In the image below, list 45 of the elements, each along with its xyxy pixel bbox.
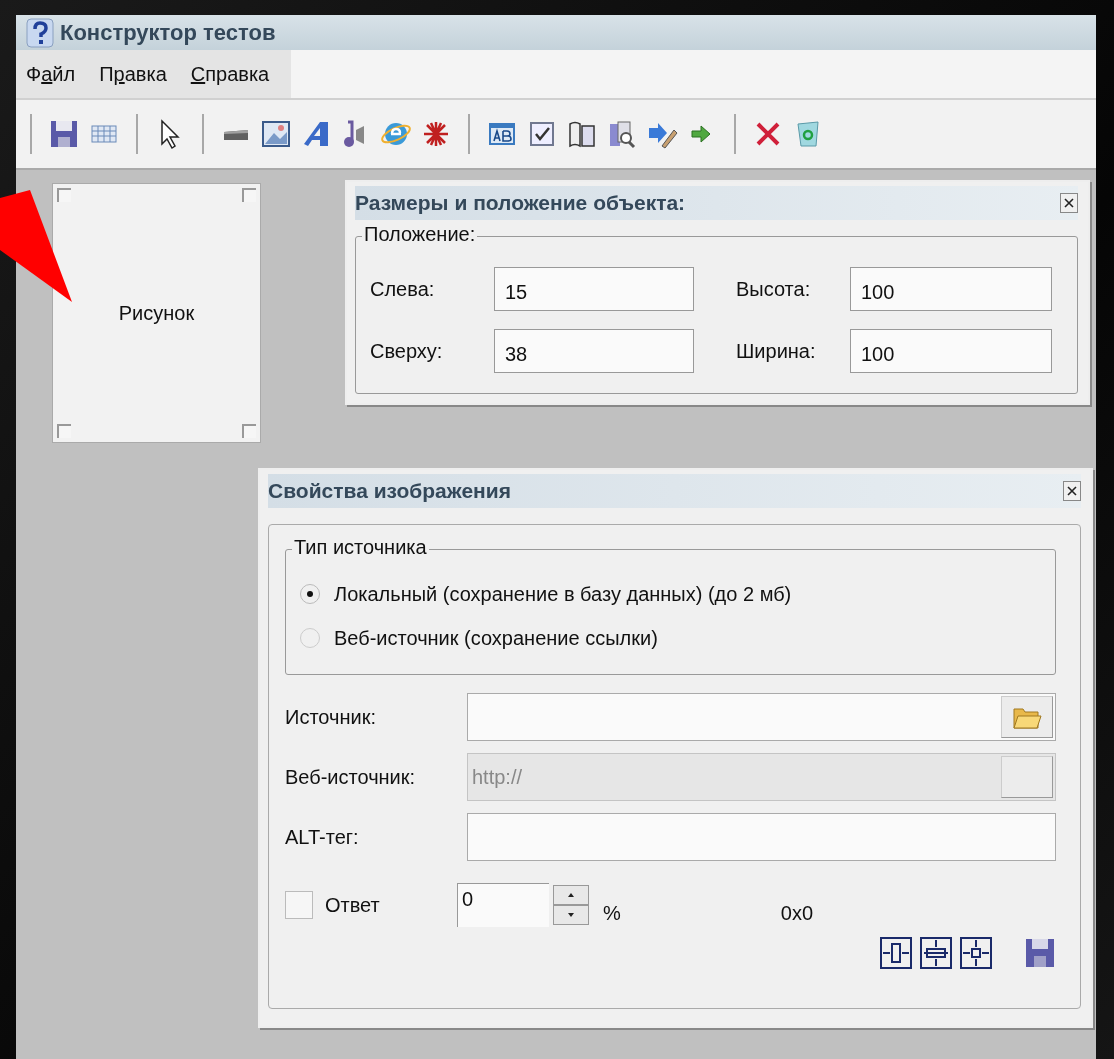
close-button[interactable] bbox=[1063, 481, 1081, 501]
menu-item[interactable]: Справка bbox=[190, 62, 270, 86]
panel-title: Размеры и положение объекта: bbox=[355, 191, 686, 215]
menu-item[interactable]: Файл bbox=[26, 62, 76, 86]
close-icon bbox=[1063, 197, 1075, 209]
input-field[interactable]: 15 bbox=[494, 267, 694, 311]
radio-label[interactable]: Веб-источник (сохранение ссылки) bbox=[334, 626, 658, 650]
checkbox[interactable] bbox=[285, 891, 313, 919]
field-label: Высота: bbox=[735, 277, 812, 301]
image-icon[interactable] bbox=[260, 118, 292, 150]
input-field[interactable]: 100 bbox=[850, 267, 1052, 311]
field-label: Ширина: bbox=[735, 339, 817, 363]
input-field[interactable]: 38 bbox=[494, 329, 694, 373]
number-field[interactable]: 0 bbox=[457, 883, 549, 927]
close-icon bbox=[1066, 485, 1078, 497]
field-label: Веб-источник: bbox=[285, 765, 417, 789]
input-field[interactable] bbox=[467, 813, 1056, 861]
menu-item[interactable]: Правка bbox=[99, 62, 167, 86]
field-label: Сверху: bbox=[370, 339, 444, 363]
placeholder-label: Рисунок bbox=[118, 301, 195, 325]
input-field[interactable]: 100 bbox=[850, 329, 1052, 373]
image-placeholder[interactable]: Рисунок bbox=[52, 183, 261, 443]
field-label: ALT-тег: bbox=[285, 825, 360, 849]
field-label: Слева: bbox=[370, 277, 436, 301]
save-icon[interactable] bbox=[1024, 937, 1056, 969]
window-title: Конструктор тестов bbox=[60, 19, 276, 46]
field-label: Источник: bbox=[285, 705, 377, 729]
image-dimensions: 0x0 bbox=[780, 901, 814, 925]
resize-handle[interactable] bbox=[242, 188, 256, 202]
resize-handle[interactable] bbox=[242, 424, 256, 438]
fit-width-icon[interactable] bbox=[880, 937, 912, 969]
panel-title: Свойства изображения bbox=[268, 479, 511, 503]
radio-button[interactable] bbox=[300, 584, 320, 604]
fit-height-icon[interactable] bbox=[920, 937, 952, 969]
resize-handle[interactable] bbox=[57, 424, 71, 438]
close-button[interactable] bbox=[1060, 193, 1078, 213]
checkbox-label[interactable]: Ответ bbox=[325, 893, 457, 917]
radio-label[interactable]: Локальный (сохранение в базу данных) (до 2 мб) bbox=[334, 582, 792, 606]
save-icon[interactable] bbox=[48, 118, 80, 150]
fit-both-icon[interactable] bbox=[960, 937, 992, 969]
help-icon bbox=[26, 17, 54, 48]
input-field[interactable] bbox=[467, 693, 1056, 741]
unit-label: % bbox=[603, 901, 621, 925]
radio-button[interactable] bbox=[300, 628, 320, 648]
resize-handle[interactable] bbox=[57, 188, 71, 202]
